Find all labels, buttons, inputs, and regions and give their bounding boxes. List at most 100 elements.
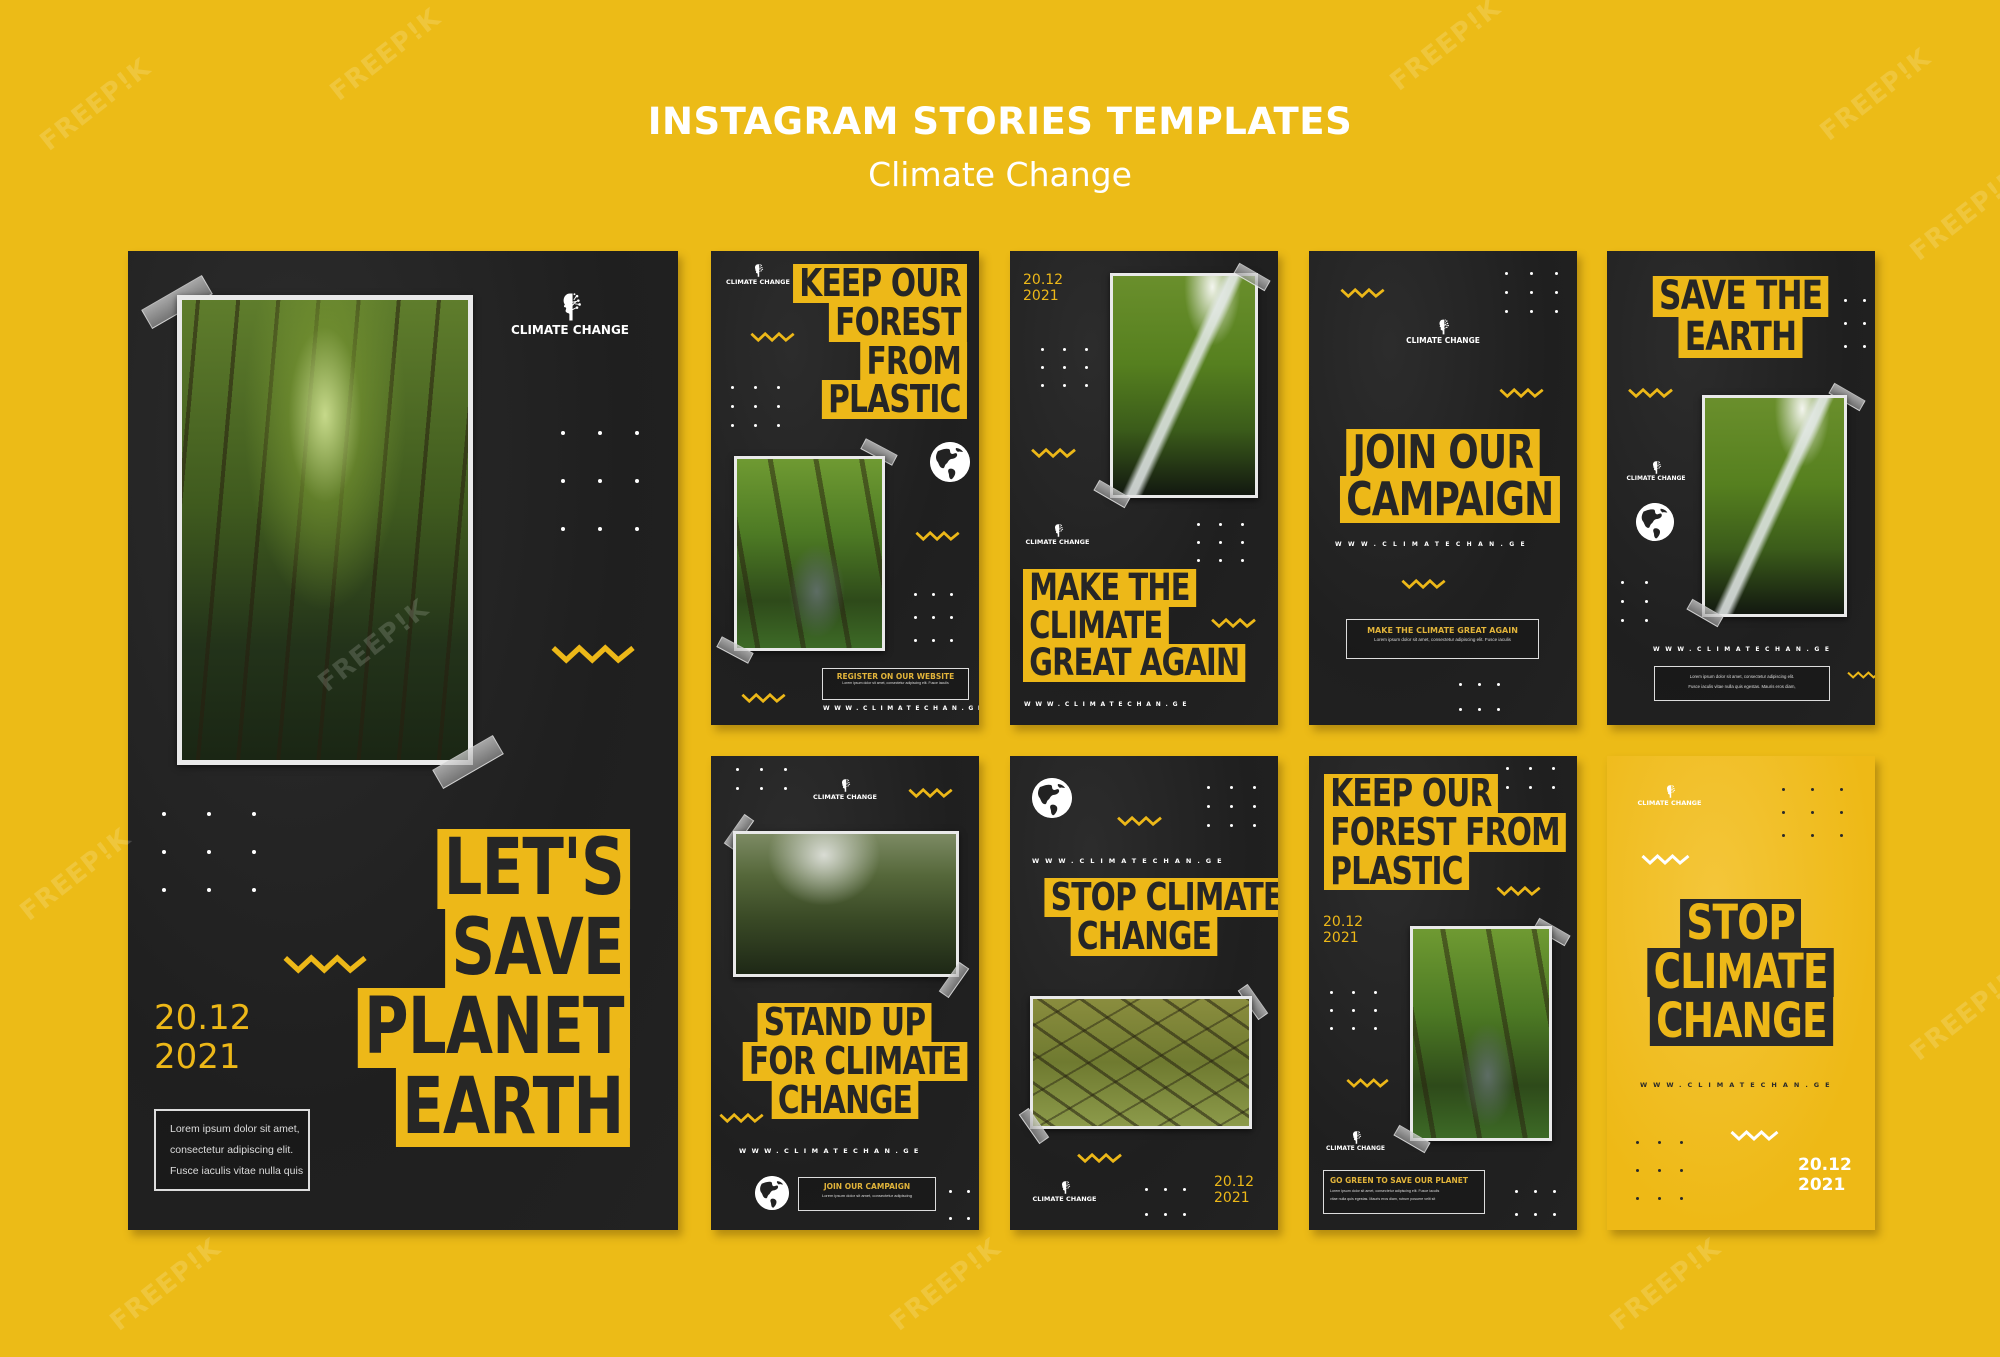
date-year: 2021 xyxy=(154,1037,241,1078)
dot-grid xyxy=(561,431,639,531)
globe-icon xyxy=(1032,778,1072,818)
date-day-month: 20.12 xyxy=(1323,914,1364,930)
website-url[interactable]: WWW.CLIMATECHAN.GE xyxy=(1653,646,1835,653)
headline-line: FOR CLIMATE xyxy=(742,1041,968,1081)
globe-icon xyxy=(1636,503,1674,541)
website-url[interactable]: WWW.CLIMATECHAN.GE xyxy=(823,705,979,712)
headline-line: FOREST FROM xyxy=(1324,812,1567,852)
tree-head-icon xyxy=(1052,523,1064,538)
zigzag-decoration xyxy=(1730,1128,1780,1143)
dot-grid xyxy=(1197,523,1244,562)
headline-line: MAKE THE xyxy=(1023,569,1196,607)
website-url[interactable]: WWW.CLIMATECHAN.GE xyxy=(1640,1081,1836,1089)
page-subtitle: Climate Change xyxy=(868,155,1132,194)
zigzag-decoration xyxy=(1641,852,1691,867)
headline-line: LET'S xyxy=(437,828,630,909)
headline-line: SAVE xyxy=(445,908,630,989)
headline: KEEP OUR FOREST FROM PLASTIC xyxy=(1324,774,1577,891)
brand-logo-text: CLIMATE CHANGE xyxy=(1637,799,1702,807)
website-url[interactable]: WWW.CLIMATECHAN.GE xyxy=(739,1147,924,1155)
event-date: 20.12 2021 xyxy=(1798,1155,1852,1195)
story-card-keep-our-forest-2[interactable]: KEEP OUR FOREST FROM PLASTIC 20.12 2021 … xyxy=(1309,756,1577,1230)
tree-head-icon xyxy=(1650,460,1662,475)
headline-line: CHANGE xyxy=(771,1080,919,1120)
cta-box[interactable]: GO GREEN TO SAVE OUR PLANET Lorem ipsum … xyxy=(1323,1170,1485,1214)
tree-head-icon xyxy=(1436,318,1450,336)
oak-tree-photo xyxy=(1030,996,1252,1129)
tree-head-icon xyxy=(1664,784,1676,799)
story-card-stand-up-for-climate-change[interactable]: CLIMATE CHANGE STAND UP FOR CLIMATE CHAN… xyxy=(711,756,979,1230)
zigzag-decoration xyxy=(1030,446,1078,460)
zigzag-decoration xyxy=(1210,616,1258,630)
headline-line: CLIMATE xyxy=(1647,947,1835,997)
brand-logo: CLIMATE CHANGE xyxy=(1399,318,1487,345)
headline: SAVE THE EARTH xyxy=(1607,276,1875,358)
brand-logo: CLIMATE CHANGE xyxy=(806,778,884,801)
date-year: 2021 xyxy=(1023,288,1059,305)
story-card-make-climate-great-again[interactable]: 20.12 2021 CLIMATE CHANGE MAKE THE CLIMA… xyxy=(1010,251,1278,725)
dot-grid xyxy=(1207,786,1256,827)
headline: STOP CLIMATE CHANGE xyxy=(1010,878,1278,956)
cta-box[interactable]: MAKE THE CLIMATE GREAT AGAIN Lorem ipsum… xyxy=(1346,619,1539,659)
story-card-lets-save-planet-earth[interactable]: CLIMATE CHANGE 20.12 2021 Lorem ipsum do… xyxy=(128,251,678,1230)
headline-line: GREAT AGAIN xyxy=(1023,644,1246,683)
cta-body: Lorem ipsum dolor sit amet, consectetur … xyxy=(842,681,949,685)
headline-line: KEEP OUR xyxy=(793,264,967,303)
waterfall-photo xyxy=(1702,395,1847,617)
dot-grid xyxy=(1459,683,1500,711)
zigzag-decoration xyxy=(719,1111,765,1125)
headline: LET'S SAVE PLANET EARTH xyxy=(281,828,630,1148)
cta-box[interactable]: REGISTER ON OUR WEBSITE Lorem ipsum dolo… xyxy=(822,668,969,700)
watermark: FREEP!K xyxy=(1384,0,1507,98)
story-card-stop-climate-change-yellow[interactable]: CLIMATE CHANGE STOP CLIMATE CHANGE WWW.C… xyxy=(1607,756,1875,1230)
event-date: 20.12 2021 xyxy=(1214,1174,1254,1206)
headline-line: STOP xyxy=(1680,899,1802,948)
brand-logo-text: CLIMATE CHANGE xyxy=(1626,475,1686,482)
watermark: FREEP!K xyxy=(14,822,137,928)
story-card-save-the-earth[interactable]: SAVE THE EARTH CLIMATE CHANGE WWW.CLIMAT… xyxy=(1607,251,1875,725)
website-url[interactable]: WWW.CLIMATECHAN.GE xyxy=(1335,541,1531,548)
body-line: Fusce iaculis vitae nulla quis xyxy=(170,1165,304,1177)
date-year: 2021 xyxy=(1798,1174,1846,1195)
cta-body: Lorem ipsum dolor sit amet, consectetur … xyxy=(1330,1187,1478,1203)
headline-line: STOP CLIMATE xyxy=(1044,878,1278,917)
brand-logo: CLIMATE CHANGE xyxy=(1323,1130,1388,1152)
zigzag-decoration xyxy=(1076,1151,1124,1165)
cta-box[interactable]: JOIN OUR CAMPAIGN Lorem ipsum dolor sit … xyxy=(798,1177,936,1211)
watermark: FREEP!K xyxy=(1904,962,2000,1068)
headline-line: PLASTIC xyxy=(822,380,967,419)
watermark: FREEP!K xyxy=(324,2,447,108)
story-card-stop-climate-change-dark[interactable]: WWW.CLIMATECHAN.GE STOP CLIMATE CHANGE C… xyxy=(1010,756,1278,1230)
story-card-join-our-campaign[interactable]: CLIMATE CHANGE JOIN OUR CAMPAIGN WWW.CLI… xyxy=(1309,251,1577,725)
page-header: INSTAGRAM STORIES TEMPLATES Climate Chan… xyxy=(0,100,2000,194)
headline-line: CAMPAIGN xyxy=(1339,475,1560,523)
dot-grid xyxy=(1505,272,1558,313)
brand-logo: CLIMATE CHANGE xyxy=(1621,460,1691,482)
globe-icon xyxy=(930,442,970,482)
website-url[interactable]: WWW.CLIMATECHAN.GE xyxy=(1024,701,1191,708)
waterfall-photo xyxy=(1110,273,1258,498)
page-title: INSTAGRAM STORIES TEMPLATES xyxy=(647,100,1353,143)
headline: STOP CLIMATE CHANGE xyxy=(1607,899,1875,1046)
dot-grid xyxy=(1844,299,1866,348)
headline-line: EARTH xyxy=(396,1067,630,1148)
body-line: Lorem ipsum dolor sit amet, consectetur … xyxy=(1689,674,1795,679)
forest-stream-photo xyxy=(1410,926,1552,1141)
dot-grid xyxy=(1041,348,1088,387)
dot-grid xyxy=(1506,767,1555,789)
zigzag-decoration xyxy=(1496,884,1542,898)
website-url[interactable]: WWW.CLIMATECHAN.GE xyxy=(1032,857,1228,865)
zigzag-decoration xyxy=(1499,386,1545,400)
zigzag-decoration xyxy=(750,330,796,344)
zigzag-decoration xyxy=(546,641,642,667)
story-card-keep-our-forest-1[interactable]: CLIMATE CHANGE KEEP OUR FOREST FROM PLAS… xyxy=(711,251,979,725)
watermark: FREEP!K xyxy=(104,1232,227,1338)
dot-grid xyxy=(1330,991,1377,1030)
headline-line: JOIN OUR xyxy=(1346,429,1540,476)
body-line: consectetur adipiscing elit. xyxy=(170,1144,294,1156)
dot-grid xyxy=(162,812,256,892)
event-date: 20.12 2021 xyxy=(1023,272,1063,304)
headline-line: SAVE THE xyxy=(1653,276,1829,317)
dot-grid xyxy=(731,386,780,427)
forest-stream-photo xyxy=(734,456,885,651)
